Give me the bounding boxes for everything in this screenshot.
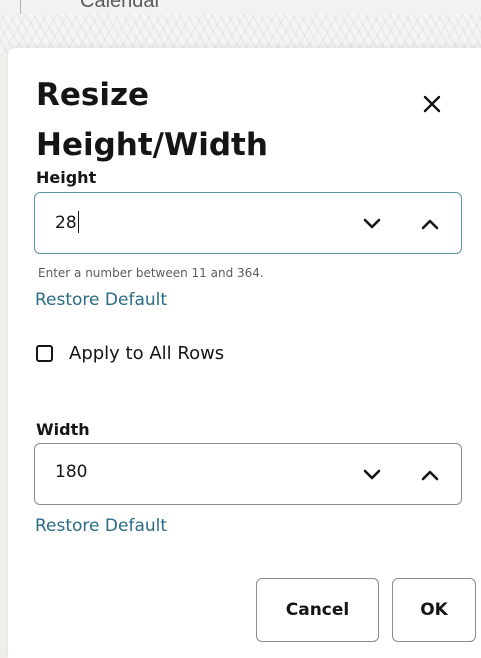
close-button[interactable] [412,84,452,124]
chevron-down-icon [363,218,381,229]
cancel-button[interactable]: Cancel [256,578,379,642]
height-restore-default-link[interactable]: Restore Default [35,290,167,310]
width-decrement-button[interactable] [355,458,389,492]
text-caret [77,211,79,233]
chevron-down-icon [363,469,381,480]
close-icon [423,95,441,113]
width-increment-button[interactable] [413,458,447,492]
height-label: Height [36,168,97,187]
width-input[interactable]: 180 [34,443,462,505]
width-label: Width [36,420,90,439]
height-increment-button[interactable] [413,207,447,241]
width-value[interactable]: 180 [55,462,87,482]
apply-to-all-rows-checkbox[interactable] [36,344,53,362]
height-value: 28 [55,213,77,233]
width-restore-default-link[interactable]: Restore Default [35,516,167,536]
chevron-up-icon [421,470,439,481]
background-divider [20,0,21,14]
height-help-text: Enter a number between 11 and 364. [38,266,264,280]
height-input-field[interactable]: 28 [55,211,79,233]
height-input[interactable]: 28 [34,192,462,254]
resize-dialog: Resize Height/Width Height 28 Enter a nu… [8,48,481,658]
apply-to-all-rows-row[interactable]: Apply to All Rows [36,340,224,366]
height-decrement-button[interactable] [355,207,389,241]
dialog-title: Resize Height/Width [36,77,268,163]
background-text: Calendar [80,0,162,12]
ok-button[interactable]: OK [392,578,476,642]
apply-to-all-rows-label[interactable]: Apply to All Rows [69,343,224,364]
chevron-up-icon [421,219,439,230]
